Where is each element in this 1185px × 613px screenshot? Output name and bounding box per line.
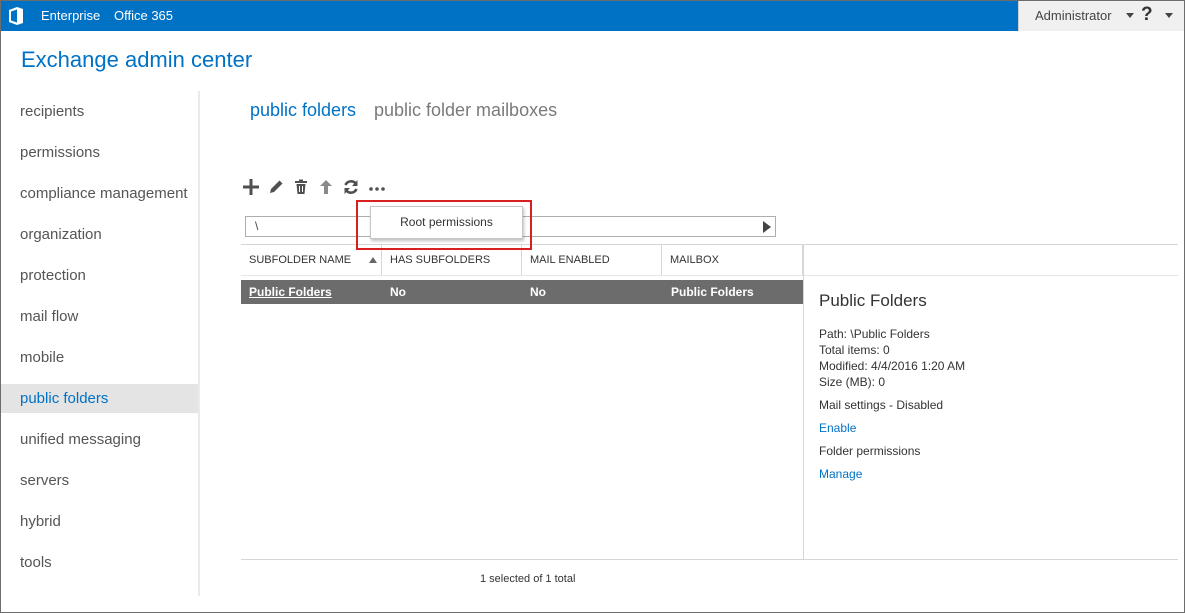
column-header-mailbox[interactable]: MAILBOX bbox=[662, 245, 803, 275]
details-mail-settings: Mail settings - Disabled bbox=[819, 398, 944, 412]
folder-path-value: \ bbox=[255, 219, 259, 233]
page-title: Exchange admin center bbox=[21, 47, 253, 72]
details-title: Public Folders bbox=[819, 291, 927, 310]
nav-item-organization[interactable]: organization bbox=[1, 220, 198, 249]
cell-has-subfolders: No bbox=[390, 285, 406, 299]
selection-status: 1 selected of 1 total bbox=[480, 573, 576, 585]
refresh-icon[interactable] bbox=[342, 178, 360, 196]
grid-bottom-divider bbox=[241, 559, 1178, 560]
nav-item-unified-messaging[interactable]: unified messaging bbox=[1, 425, 198, 454]
details-modified: Modified: 4/4/2016 1:20 AM bbox=[819, 359, 966, 373]
sort-ascending-icon bbox=[369, 257, 377, 263]
office-logo-icon[interactable] bbox=[8, 7, 24, 25]
app-window: Enterprise Office 365 Administrator ? Ex… bbox=[0, 0, 1185, 613]
user-menu-chevron-down-icon[interactable] bbox=[1126, 13, 1134, 18]
manage-permissions-link[interactable]: Manage bbox=[819, 467, 862, 481]
nav-item-compliance-management[interactable]: compliance management bbox=[1, 179, 198, 208]
callout-highlight-box bbox=[356, 200, 532, 250]
user-menu[interactable]: Administrator bbox=[1035, 8, 1112, 23]
nav-item-servers[interactable]: servers bbox=[1, 466, 198, 495]
tab-public-folder-mailboxes[interactable]: public folder mailboxes bbox=[374, 100, 557, 121]
nav-item-mail-flow[interactable]: mail flow bbox=[1, 302, 198, 331]
delete-icon[interactable] bbox=[292, 178, 310, 196]
cell-subfolder-name[interactable]: Public Folders bbox=[249, 285, 332, 299]
cell-mailbox: Public Folders bbox=[671, 285, 754, 299]
nav-item-public-folders[interactable]: public folders bbox=[1, 384, 198, 413]
top-navigation-bar: Enterprise Office 365 Administrator ? bbox=[1, 1, 1184, 31]
header-divider bbox=[241, 275, 1178, 276]
nav-item-permissions[interactable]: permissions bbox=[1, 138, 198, 167]
add-icon[interactable] bbox=[242, 178, 260, 196]
nav-item-tools[interactable]: tools bbox=[1, 548, 198, 577]
tab-public-folders[interactable]: public folders bbox=[250, 100, 356, 121]
nav-item-mobile[interactable]: mobile bbox=[1, 343, 198, 372]
details-size: Size (MB): 0 bbox=[819, 375, 886, 389]
more-options-icon[interactable] bbox=[368, 178, 386, 196]
cell-mail-enabled: No bbox=[530, 285, 546, 299]
nav-item-recipients[interactable]: recipients bbox=[1, 97, 198, 126]
left-navigation: recipients permissions compliance manage… bbox=[1, 91, 200, 596]
navigate-arrow-icon[interactable] bbox=[763, 221, 771, 233]
help-button[interactable]: ? bbox=[1141, 4, 1153, 26]
office365-link[interactable]: Office 365 bbox=[114, 8, 173, 23]
enterprise-link[interactable]: Enterprise bbox=[41, 8, 100, 23]
details-pane-divider bbox=[803, 245, 804, 559]
help-chevron-down-icon[interactable] bbox=[1165, 13, 1173, 18]
details-path: Path: \Public Folders bbox=[819, 327, 930, 341]
details-total-items: Total items: 0 bbox=[819, 343, 890, 357]
edit-icon[interactable] bbox=[267, 178, 285, 196]
move-up-icon[interactable] bbox=[317, 178, 335, 196]
details-folder-permissions: Folder permissions bbox=[819, 444, 921, 458]
user-area: Administrator ? bbox=[1018, 1, 1184, 31]
nav-item-hybrid[interactable]: hybrid bbox=[1, 507, 198, 536]
nav-item-protection[interactable]: protection bbox=[1, 261, 198, 290]
column-header-mail-enabled[interactable]: MAIL ENABLED bbox=[522, 245, 662, 275]
enable-mail-link[interactable]: Enable bbox=[819, 421, 856, 435]
table-row[interactable]: Public Folders No No Public Folders bbox=[241, 280, 803, 304]
